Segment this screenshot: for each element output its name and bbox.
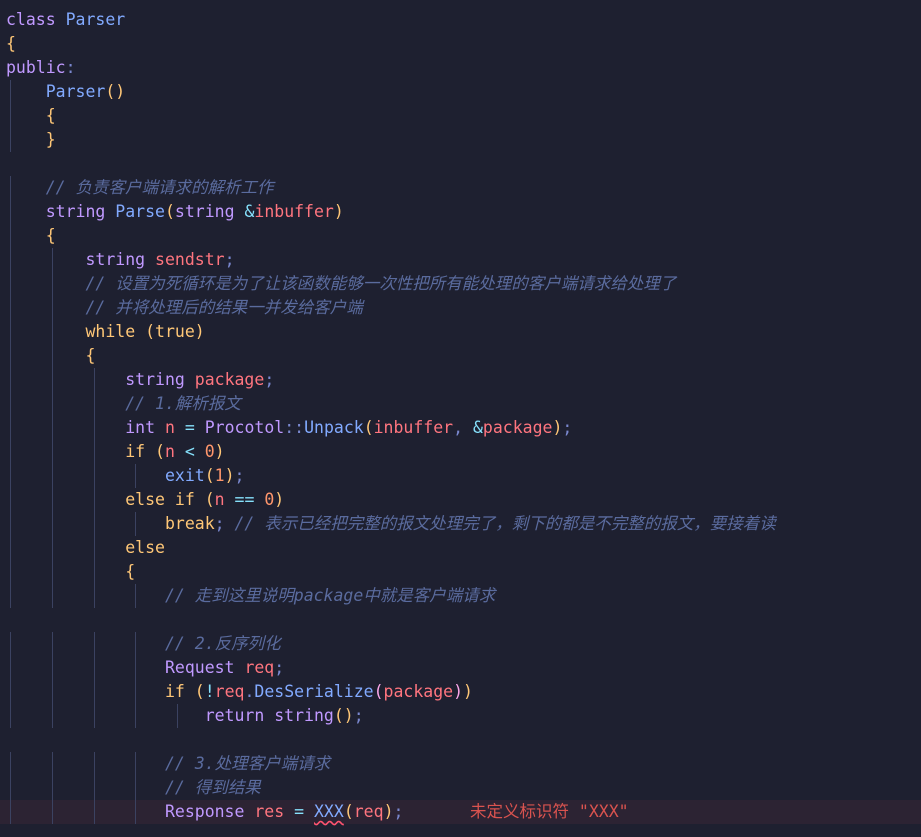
code-line[interactable]: // 走到这里说明package中就是客户端请求 [0, 584, 921, 608]
code-text: string sendstr; [85, 250, 235, 269]
code-text: if (n < 0) [125, 442, 225, 461]
code-text: exit(1); [164, 466, 245, 485]
code-editor[interactable]: class Parser { public: Parser() { } // 负责客… [0, 0, 921, 837]
inline-error-message: 未定义标识符 "XXX" [470, 802, 629, 821]
code-text: break; // 表示已经把完整的报文处理完了，剩下的都是不完整的报文，要接着… [164, 514, 776, 533]
code-line[interactable]: // 2.反序列化 [0, 632, 921, 656]
code-text: // 1.解析报文 [125, 394, 241, 413]
code-text: // 走到这里说明package中就是客户端请求 [164, 586, 496, 605]
code-line[interactable] [0, 728, 921, 752]
code-line[interactable]: if (n < 0) [0, 440, 921, 464]
code-line[interactable]: string sendstr; [0, 248, 921, 272]
code-line[interactable]: // 1.解析报文 [0, 392, 921, 416]
code-text: // 并将处理后的结果一并发给客户端 [85, 298, 363, 317]
code-line[interactable]: Parser() [0, 80, 921, 104]
code-text: { [45, 226, 56, 245]
code-text: { [45, 106, 56, 125]
code-text: // 2.反序列化 [164, 634, 281, 653]
code-text: { [125, 562, 136, 581]
code-text: // 3.处理客户端请求 [164, 754, 331, 773]
code-text: public: [6, 58, 76, 77]
code-line[interactable]: if (!req.DesSerialize(package)) [0, 680, 921, 704]
code-text: string Parse(string &inbuffer) [45, 202, 344, 221]
code-line[interactable] [0, 608, 921, 632]
code-text: else [125, 538, 165, 557]
code-text: class Parser [6, 10, 126, 29]
code-text: Response res = XXX(req); [164, 802, 404, 821]
code-line[interactable]: string package; [0, 368, 921, 392]
code-text: Request req; [164, 658, 285, 677]
code-line[interactable]: return string(); [0, 704, 921, 728]
code-line[interactable]: public: [0, 56, 921, 80]
code-line[interactable]: while (true) [0, 320, 921, 344]
code-text: while (true) [85, 322, 205, 341]
code-line[interactable]: // 并将处理后的结果一并发给客户端 [0, 296, 921, 320]
code-text: { [85, 346, 96, 365]
code-line[interactable]: { [0, 104, 921, 128]
code-line[interactable]: int n = Procotol::Unpack(inbuffer, &pack… [0, 416, 921, 440]
code-line[interactable]: { [0, 560, 921, 584]
code-text: if (!req.DesSerialize(package)) [164, 682, 473, 701]
code-line[interactable]: } [0, 128, 921, 152]
code-line[interactable]: { [0, 344, 921, 368]
code-line[interactable]: // 设置为死循环是为了让该函数能够一次性把所有能处理的客户端请求给处理了 [0, 272, 921, 296]
code-line[interactable]: // 负责客户端请求的解析工作 [0, 176, 921, 200]
code-line[interactable]: // 3.处理客户端请求 [0, 752, 921, 776]
code-text: // 设置为死循环是为了让该函数能够一次性把所有能处理的客户端请求给处理了 [85, 274, 677, 293]
code-text: string package; [125, 370, 275, 389]
code-text: } [45, 130, 56, 149]
code-text: return string(); [204, 706, 364, 725]
code-text: { [6, 34, 16, 53]
code-text: Parser() [45, 82, 126, 101]
code-line[interactable]: { [0, 224, 921, 248]
code-text: // 得到结果 [164, 778, 261, 797]
code-line[interactable]: Request req; [0, 656, 921, 680]
code-line[interactable]: exit(1); [0, 464, 921, 488]
code-line[interactable]: { [0, 32, 921, 56]
code-text: else if (n == 0) [125, 490, 285, 509]
code-line[interactable]: // 得到结果 [0, 776, 921, 800]
code-line[interactable]: class Parser [0, 8, 921, 32]
code-line-error[interactable]: Response res = XXX(req); 未定义标识符 "XXX" [0, 800, 921, 824]
code-text: int n = Procotol::Unpack(inbuffer, &pack… [125, 418, 573, 437]
code-line[interactable]: break; // 表示已经把完整的报文处理完了，剩下的都是不完整的报文，要接着… [0, 512, 921, 536]
code-line[interactable]: string Parse(string &inbuffer) [0, 200, 921, 224]
code-line[interactable]: else if (n == 0) [0, 488, 921, 512]
code-line[interactable] [0, 152, 921, 176]
code-line[interactable]: else [0, 536, 921, 560]
code-text: // 负责客户端请求的解析工作 [45, 178, 274, 197]
